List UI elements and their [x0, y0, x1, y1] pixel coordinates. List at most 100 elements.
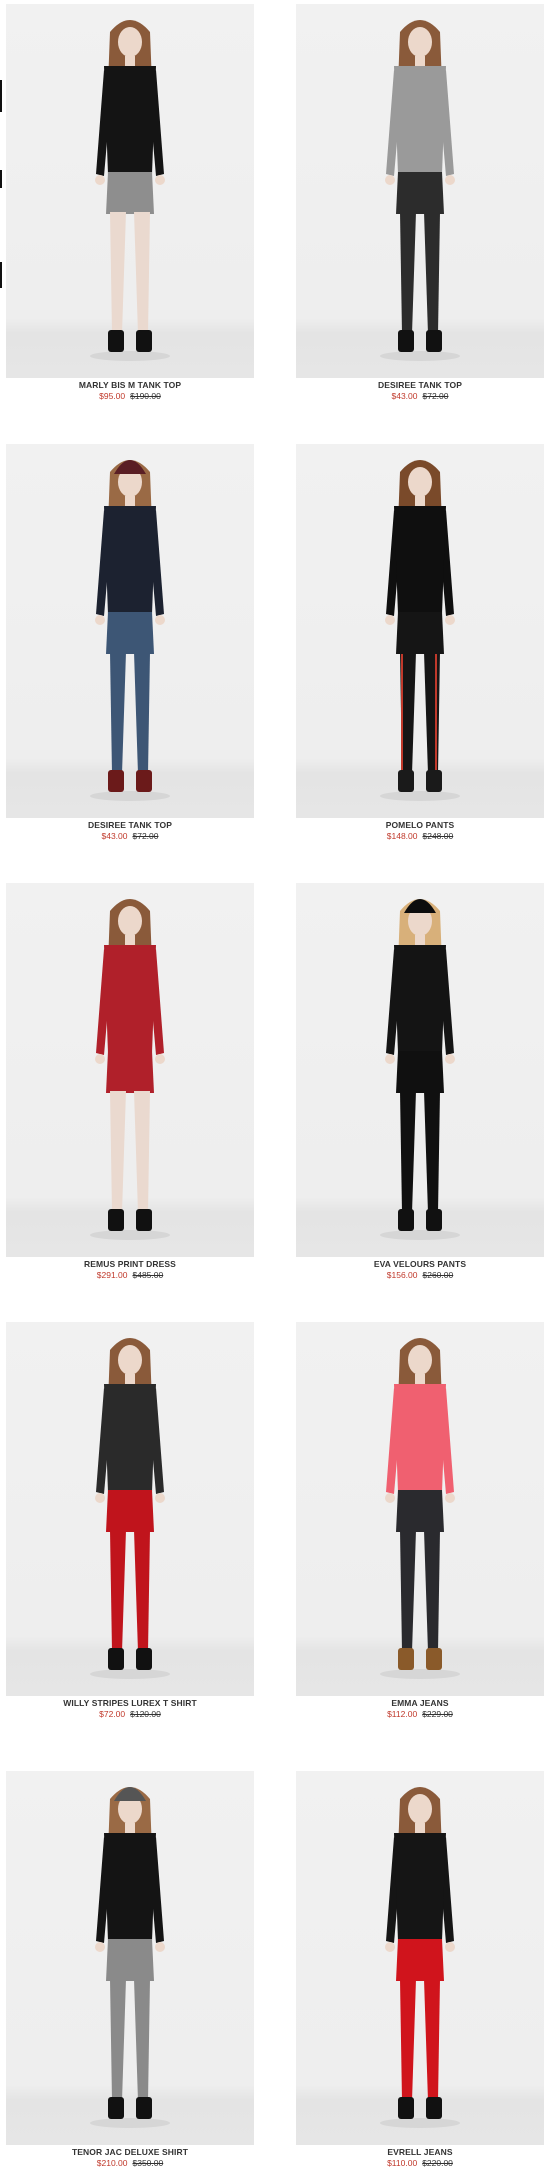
- face-shape: [118, 906, 142, 936]
- right-hand-shape: [155, 1054, 165, 1064]
- original-price: $190.00: [130, 391, 161, 401]
- floor-shadow: [380, 351, 460, 361]
- sale-price: $110.00: [387, 2158, 418, 2168]
- product-image[interactable]: [296, 883, 544, 1257]
- price-row: $95.00 $190.00: [6, 391, 254, 402]
- price-row: $72.00 $120.00: [6, 1709, 254, 1720]
- hips-shape: [396, 1490, 444, 1532]
- right-boot-shape: [136, 770, 152, 792]
- original-price: $229.00: [422, 1709, 453, 1719]
- sale-price: $291.00: [96, 1270, 128, 1280]
- product-card[interactable]: MARLY BIS M TANK TOP $95.00 $190.00: [6, 4, 254, 402]
- neck-shape: [415, 496, 425, 506]
- product-title[interactable]: DESIREE TANK TOP: [296, 380, 544, 390]
- left-boot-shape: [108, 770, 124, 792]
- product-title[interactable]: DESIREE TANK TOP: [6, 820, 254, 830]
- product-title[interactable]: EMMA JEANS: [296, 1698, 544, 1708]
- product-card[interactable]: DESIREE TANK TOP $43.00 $72.00: [296, 4, 544, 402]
- right-leg-shape: [134, 1091, 150, 1213]
- original-price: $120.00: [130, 1709, 161, 1719]
- left-leg-shape: [400, 1530, 416, 1652]
- right-boot-shape: [426, 2097, 442, 2119]
- product-title[interactable]: POMELO PANTS: [296, 820, 544, 830]
- product-card[interactable]: WILLY STRIPES LUREX T SHIRT $72.00 $120.0…: [6, 1322, 254, 1720]
- floor-shadow: [90, 1669, 170, 1679]
- right-hand-shape: [155, 175, 165, 185]
- torso-shape: [394, 66, 446, 174]
- product-title[interactable]: MARLY BIS M TANK TOP: [6, 380, 254, 390]
- sale-price: $43.00: [101, 831, 128, 841]
- right-boot-shape: [426, 1648, 442, 1670]
- model-photo: [90, 1787, 170, 2128]
- product-card[interactable]: EVRELL JEANS $110.00 $220.00: [296, 1771, 544, 2169]
- product-title[interactable]: WILLY STRIPES LUREX T SHIRT: [55, 1698, 205, 1708]
- model-photo: [380, 899, 460, 1240]
- face-shape: [408, 27, 432, 57]
- left-hand-shape: [95, 1493, 105, 1503]
- right-boot-shape: [426, 770, 442, 792]
- product-title[interactable]: EVA VELOURS PANTS: [296, 1259, 544, 1269]
- product-image[interactable]: [6, 1771, 254, 2145]
- face-shape: [408, 1345, 432, 1375]
- product-image[interactable]: [296, 1322, 544, 1696]
- hips-shape: [396, 1051, 444, 1093]
- product-image[interactable]: [296, 1771, 544, 2145]
- product-image[interactable]: [6, 883, 254, 1257]
- product-image[interactable]: [6, 4, 254, 378]
- right-leg-shape: [134, 1979, 150, 2101]
- left-leg-shape: [400, 1979, 416, 2101]
- right-leg-shape: [424, 1530, 440, 1652]
- sale-price: $156.00: [386, 1270, 418, 1280]
- face-shape: [118, 27, 142, 57]
- product-card[interactable]: POMELO PANTS $148.00 $248.00: [296, 444, 544, 842]
- left-boot-shape: [108, 1648, 124, 1670]
- hat-shape: [114, 460, 146, 474]
- neck-shape: [125, 496, 135, 506]
- left-hand-shape: [385, 175, 395, 185]
- left-boot-shape: [108, 330, 124, 352]
- product-card[interactable]: TENOR JAC DELUXE SHIRT $210.00 $350.00: [6, 1771, 254, 2169]
- original-price: $350.00: [132, 2158, 164, 2168]
- right-boot-shape: [136, 330, 152, 352]
- product-card[interactable]: REMUS PRINT DRESS $291.00 $485.00: [6, 883, 254, 1281]
- torso-shape: [104, 1833, 156, 1941]
- face-shape: [408, 1794, 432, 1824]
- product-title[interactable]: EVRELL JEANS: [296, 2147, 544, 2157]
- left-hand-shape: [385, 1493, 395, 1503]
- product-card[interactable]: EVA VELOURS PANTS $156.00 $260.00: [296, 883, 544, 1281]
- original-price: $260.00: [422, 1270, 454, 1280]
- right-hand-shape: [445, 175, 455, 185]
- sale-price: $95.00: [99, 391, 126, 401]
- face-shape: [408, 467, 432, 497]
- pant-stripe: [401, 654, 403, 772]
- sale-price: $148.00: [386, 831, 418, 841]
- neck-shape: [125, 935, 135, 945]
- right-boot-shape: [426, 1209, 442, 1231]
- left-edge-marker: [0, 170, 2, 188]
- left-boot-shape: [398, 1648, 414, 1670]
- left-boot-shape: [398, 1209, 414, 1231]
- sale-price: $210.00: [96, 2158, 128, 2168]
- product-card[interactable]: DESIREE TANK TOP $43.00 $72.00: [6, 444, 254, 842]
- left-hand-shape: [95, 1054, 105, 1064]
- product-card[interactable]: EMMA JEANS $112.00 $229.00: [296, 1322, 544, 1720]
- right-leg-shape: [134, 652, 150, 774]
- product-image[interactable]: [296, 444, 544, 818]
- right-hand-shape: [445, 1493, 455, 1503]
- neck-shape: [125, 56, 135, 66]
- product-title[interactable]: TENOR JAC DELUXE SHIRT: [6, 2147, 254, 2157]
- model-photo: [90, 1338, 170, 1679]
- right-hand-shape: [445, 1942, 455, 1952]
- floor-shadow: [380, 791, 460, 801]
- left-leg-shape: [110, 1979, 126, 2101]
- product-title[interactable]: REMUS PRINT DRESS: [6, 1259, 254, 1269]
- torso-shape: [104, 66, 156, 174]
- product-image[interactable]: [6, 1322, 254, 1696]
- floor-shadow: [90, 791, 170, 801]
- hat-shape: [114, 1787, 146, 1801]
- product-image[interactable]: [6, 444, 254, 818]
- product-image[interactable]: [296, 4, 544, 378]
- pant-stripe: [435, 654, 437, 772]
- model-photo: [380, 1787, 460, 2128]
- model-photo: [380, 460, 460, 801]
